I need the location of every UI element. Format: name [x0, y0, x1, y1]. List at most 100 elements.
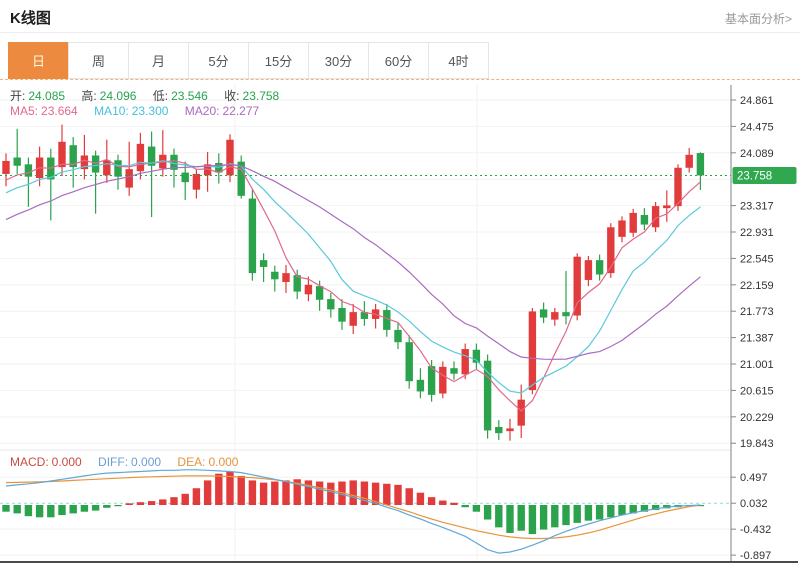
macd-layer	[2, 470, 704, 553]
tab-week[interactable]: 周	[68, 42, 129, 79]
axis-tick-label: 23.317	[740, 201, 774, 213]
macd-bar	[70, 505, 77, 513]
tab-15min[interactable]: 15分	[248, 42, 309, 79]
macd-bar	[58, 505, 65, 515]
axis-tick-label: 22.545	[740, 253, 774, 265]
macd-bar	[36, 505, 43, 517]
candle-body	[551, 312, 558, 320]
tab-4hour[interactable]: 4时	[428, 42, 489, 79]
macd-bar	[607, 505, 614, 517]
axis-tick-label: 24.861	[740, 95, 774, 107]
candle-body	[327, 299, 334, 309]
axis-tick-label: 21.001	[740, 359, 774, 371]
macd-bar	[562, 505, 569, 525]
macd-bar	[585, 505, 592, 521]
candle-body	[663, 205, 670, 208]
current-price-badge: 23.758	[733, 167, 797, 184]
candle-body	[406, 342, 413, 381]
candle-body	[641, 215, 648, 225]
candle-body	[529, 311, 536, 390]
axis-tick-label: 21.387	[740, 333, 774, 345]
ma20-label: MA20:	[185, 104, 220, 118]
tab-60min[interactable]: 60分	[368, 42, 429, 79]
high-value: 24.096	[100, 89, 137, 103]
open-value: 24.085	[28, 89, 65, 103]
macd-bar	[394, 485, 401, 505]
candle-body	[2, 161, 9, 174]
macd-bar	[350, 480, 357, 505]
diff-label: DIFF:	[98, 455, 128, 469]
macd-bar	[260, 483, 267, 505]
macd-bar	[126, 503, 133, 505]
candle-body	[226, 140, 233, 176]
candle-body	[92, 155, 99, 172]
fundamental-analysis-link[interactable]: 基本面分析>	[725, 10, 792, 27]
high-label: 高:	[81, 89, 96, 103]
candle-body	[193, 174, 200, 190]
macd-bar	[47, 505, 54, 517]
axis-tick-label: 22.931	[740, 227, 774, 239]
candle-body	[428, 366, 435, 395]
macd-bar	[439, 501, 446, 505]
macd-bar	[215, 474, 222, 505]
candle-body	[58, 142, 65, 167]
macd-label: MACD:	[10, 455, 49, 469]
ma5-label: MA5:	[10, 104, 38, 118]
low-label: 低:	[153, 89, 168, 103]
candle-body	[394, 330, 401, 342]
axis-tick-label: 24.475	[740, 121, 774, 133]
kline-chart[interactable]: 24.86124.47524.08923.31722.93122.54522.1…	[0, 81, 800, 565]
macd-bar	[450, 503, 457, 505]
close-label: 收:	[224, 89, 239, 103]
candle-body	[249, 199, 256, 274]
ma10-label: MA10:	[94, 104, 129, 118]
tab-5min[interactable]: 5分	[188, 42, 249, 79]
macd-bar	[316, 482, 323, 505]
tab-month[interactable]: 月	[128, 42, 189, 79]
axis-tick-label: 21.773	[740, 306, 774, 318]
candle-body	[506, 428, 513, 431]
macd-bar	[540, 505, 547, 530]
page-title: K线图	[10, 7, 51, 28]
candle-body	[596, 260, 603, 274]
candle-body	[271, 272, 278, 280]
axis-tick-label: -0.432	[740, 524, 771, 536]
candle-body	[182, 173, 189, 183]
candle-body	[338, 308, 345, 322]
macd-bar	[249, 480, 256, 505]
candle-body	[417, 380, 424, 392]
macd-bar	[148, 501, 155, 505]
candle-body	[540, 309, 547, 317]
candle-body	[439, 367, 446, 394]
candle-body	[450, 368, 457, 373]
candle-body	[305, 285, 312, 295]
axis-tick-label: 22.159	[740, 280, 774, 292]
candle-body	[350, 312, 357, 326]
candle-body	[114, 160, 121, 176]
macd-bar	[92, 505, 99, 511]
tab-30min[interactable]: 30分	[308, 42, 369, 79]
macd-bar	[137, 502, 144, 505]
low-value: 23.546	[171, 89, 208, 103]
tab-day[interactable]: 日	[8, 42, 69, 79]
macd-bar	[529, 505, 536, 534]
dea-value: 0.000	[208, 455, 238, 469]
macd-bar	[81, 505, 88, 512]
macd-bar	[305, 480, 312, 505]
candle-body	[25, 164, 32, 176]
ma5-value: 23.664	[41, 104, 78, 118]
candle-body	[585, 260, 592, 280]
candle-body	[462, 349, 469, 374]
ma-legend-bar: MA5:23.664 MA10:23.300 MA20:22.277	[10, 104, 272, 118]
macd-value: 0.000	[52, 455, 82, 469]
macd-bar	[383, 484, 390, 505]
axis-tick-label: -0.897	[740, 550, 771, 562]
candle-body	[260, 260, 267, 267]
macd-bar	[114, 505, 121, 506]
macd-bar	[484, 505, 491, 520]
macd-bar	[506, 505, 513, 533]
candle-body	[618, 220, 625, 236]
axis-tick-label: 20.615	[740, 385, 774, 397]
candle-body	[495, 427, 502, 433]
header: K线图 基本面分析>	[0, 0, 800, 33]
